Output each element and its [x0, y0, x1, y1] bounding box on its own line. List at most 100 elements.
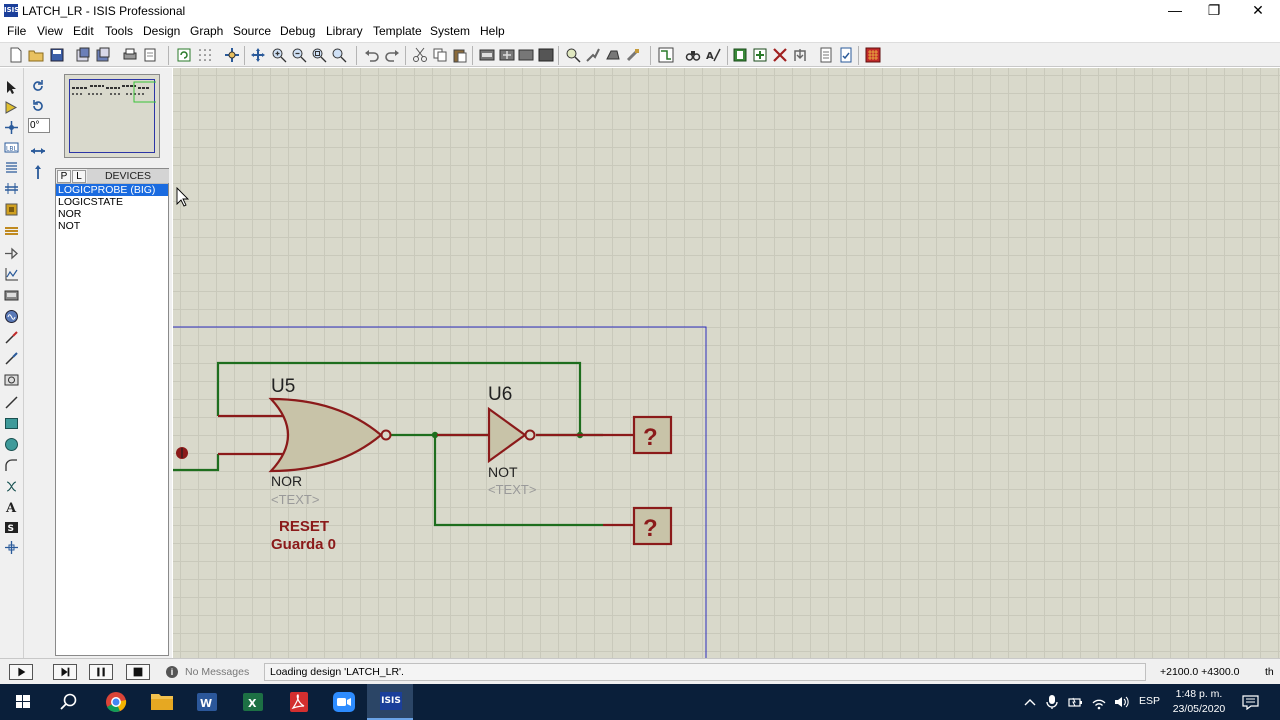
electrical-rule-check-icon[interactable]	[838, 47, 854, 63]
text-script-mode-icon[interactable]	[4, 160, 19, 175]
subcircuit-mode-icon[interactable]	[4, 202, 19, 217]
stop-button[interactable]	[126, 664, 150, 680]
arc-draw-icon[interactable]	[4, 458, 19, 473]
cut-icon[interactable]	[412, 47, 428, 63]
marker-draw-icon[interactable]	[4, 540, 19, 555]
rotate-anticlockwise-icon[interactable]	[30, 98, 46, 114]
wifi-icon[interactable]	[1091, 694, 1107, 710]
acrobat-icon[interactable]	[276, 684, 322, 720]
menu-source[interactable]: Source	[233, 24, 271, 38]
block-delete-icon[interactable]	[538, 47, 554, 63]
wire-autorouter-icon[interactable]	[658, 47, 674, 63]
junction-dot-mode-icon[interactable]	[4, 120, 19, 135]
text-draw-icon[interactable]: A	[4, 499, 19, 514]
menu-tools[interactable]: Tools	[105, 24, 133, 38]
device-item-nor[interactable]: NOR	[56, 208, 168, 220]
zoom-all-icon[interactable]	[311, 47, 327, 63]
maximize-button[interactable]: ❐	[1192, 0, 1236, 22]
bill-of-materials-icon[interactable]	[818, 47, 834, 63]
menu-debug[interactable]: Debug	[280, 24, 315, 38]
device-pins-mode-icon[interactable]	[4, 246, 19, 261]
make-device-icon[interactable]	[585, 47, 601, 63]
microphone-icon[interactable]	[1045, 694, 1059, 710]
pan-icon[interactable]	[250, 47, 266, 63]
remove-sheet-icon[interactable]	[772, 47, 788, 63]
u6-not-gate[interactable]	[487, 406, 527, 464]
path-draw-icon[interactable]	[4, 479, 19, 494]
package-tool-icon[interactable]	[605, 47, 621, 63]
mirror-vertical-icon[interactable]	[30, 164, 46, 180]
block-rotate-icon[interactable]	[518, 47, 534, 63]
wire-label-mode-icon[interactable]: LBL	[4, 140, 19, 155]
block-copy-icon[interactable]	[479, 47, 495, 63]
menu-template[interactable]: Template	[373, 24, 422, 38]
mirror-horizontal-icon[interactable]	[30, 143, 46, 159]
paste-icon[interactable]	[452, 47, 468, 63]
isis-taskbar-app[interactable]: ISIS	[367, 684, 413, 720]
notifications-icon[interactable]	[1242, 694, 1259, 710]
new-sheet-icon[interactable]	[732, 47, 748, 63]
coordinate-unit[interactable]: th	[1265, 666, 1274, 678]
current-probe-mode-icon[interactable]	[4, 351, 19, 366]
decompose-icon[interactable]	[625, 47, 641, 63]
property-assignment-icon[interactable]: A	[705, 47, 721, 63]
zoom-in-icon[interactable]	[271, 47, 287, 63]
zoom-out-icon[interactable]	[291, 47, 307, 63]
generator-mode-icon[interactable]	[4, 309, 19, 324]
new-file-icon[interactable]	[8, 47, 24, 63]
start-windows-icon[interactable]	[0, 684, 46, 720]
menu-help[interactable]: Help	[480, 24, 505, 38]
schematic-canvas[interactable]: U5 NOR <TEXT> U6 NOT <TEXT> ? ? RESET Gu…	[173, 68, 1280, 658]
symbol-draw-icon[interactable]: S	[4, 520, 19, 535]
ares-netlist-icon[interactable]	[865, 47, 881, 63]
box-draw-icon[interactable]	[4, 416, 19, 431]
pick-device-icon[interactable]	[565, 47, 581, 63]
component-mode-icon[interactable]	[4, 100, 19, 115]
u5-nor-gate[interactable]	[268, 397, 383, 473]
device-item-not[interactable]: NOT	[56, 220, 168, 232]
volume-icon[interactable]	[1113, 694, 1129, 710]
menu-file[interactable]: File	[7, 24, 26, 38]
add-sheet-icon[interactable]	[752, 47, 768, 63]
redo-icon[interactable]	[384, 47, 400, 63]
file-explorer-icon[interactable]	[139, 684, 185, 720]
device-item-logicstate[interactable]: LOGICSTATE	[56, 196, 168, 208]
open-folder-icon[interactable]	[28, 47, 44, 63]
chrome-icon[interactable]	[93, 684, 139, 720]
import-icon[interactable]	[75, 47, 91, 63]
grid-toggle-icon[interactable]	[197, 47, 213, 63]
line-draw-icon[interactable]	[4, 395, 19, 410]
copy-icon[interactable]	[432, 47, 448, 63]
zoom-area-icon[interactable]	[331, 47, 347, 63]
print-area-icon[interactable]	[142, 47, 158, 63]
input-language-indicator[interactable]: ESP	[1139, 695, 1160, 707]
close-button[interactable]: ✕	[1236, 0, 1280, 22]
graph-mode-icon[interactable]	[4, 267, 19, 282]
origin-icon[interactable]	[224, 47, 240, 63]
overview-window[interactable]	[64, 74, 165, 158]
selection-mode-icon[interactable]	[4, 80, 19, 95]
step-button[interactable]	[53, 664, 77, 680]
export-icon[interactable]	[95, 47, 111, 63]
search-icon[interactable]	[46, 684, 92, 720]
pick-devices-button[interactable]: P	[57, 170, 71, 183]
battery-icon[interactable]	[1067, 694, 1083, 710]
pause-button[interactable]	[89, 664, 113, 680]
redraw-icon[interactable]	[176, 47, 192, 63]
terminals-mode-icon[interactable]	[4, 224, 19, 239]
word-icon[interactable]: W	[184, 684, 230, 720]
block-move-icon[interactable]	[499, 47, 515, 63]
search-tag-icon[interactable]	[685, 47, 701, 63]
undo-icon[interactable]	[364, 47, 380, 63]
menu-design[interactable]: Design	[143, 24, 180, 38]
tape-recorder-mode-icon[interactable]	[4, 288, 19, 303]
minimize-button[interactable]: —	[1153, 0, 1197, 22]
save-icon[interactable]	[49, 47, 65, 63]
play-button[interactable]	[9, 664, 33, 680]
device-item-logicprobe-big[interactable]: LOGICPROBE (BIG)	[56, 184, 168, 196]
menu-edit[interactable]: Edit	[73, 24, 94, 38]
excel-icon[interactable]: X	[230, 684, 276, 720]
voltage-probe-mode-icon[interactable]	[4, 330, 19, 345]
library-manager-button[interactable]: L	[72, 170, 86, 183]
exit-to-parent-icon[interactable]	[792, 47, 808, 63]
